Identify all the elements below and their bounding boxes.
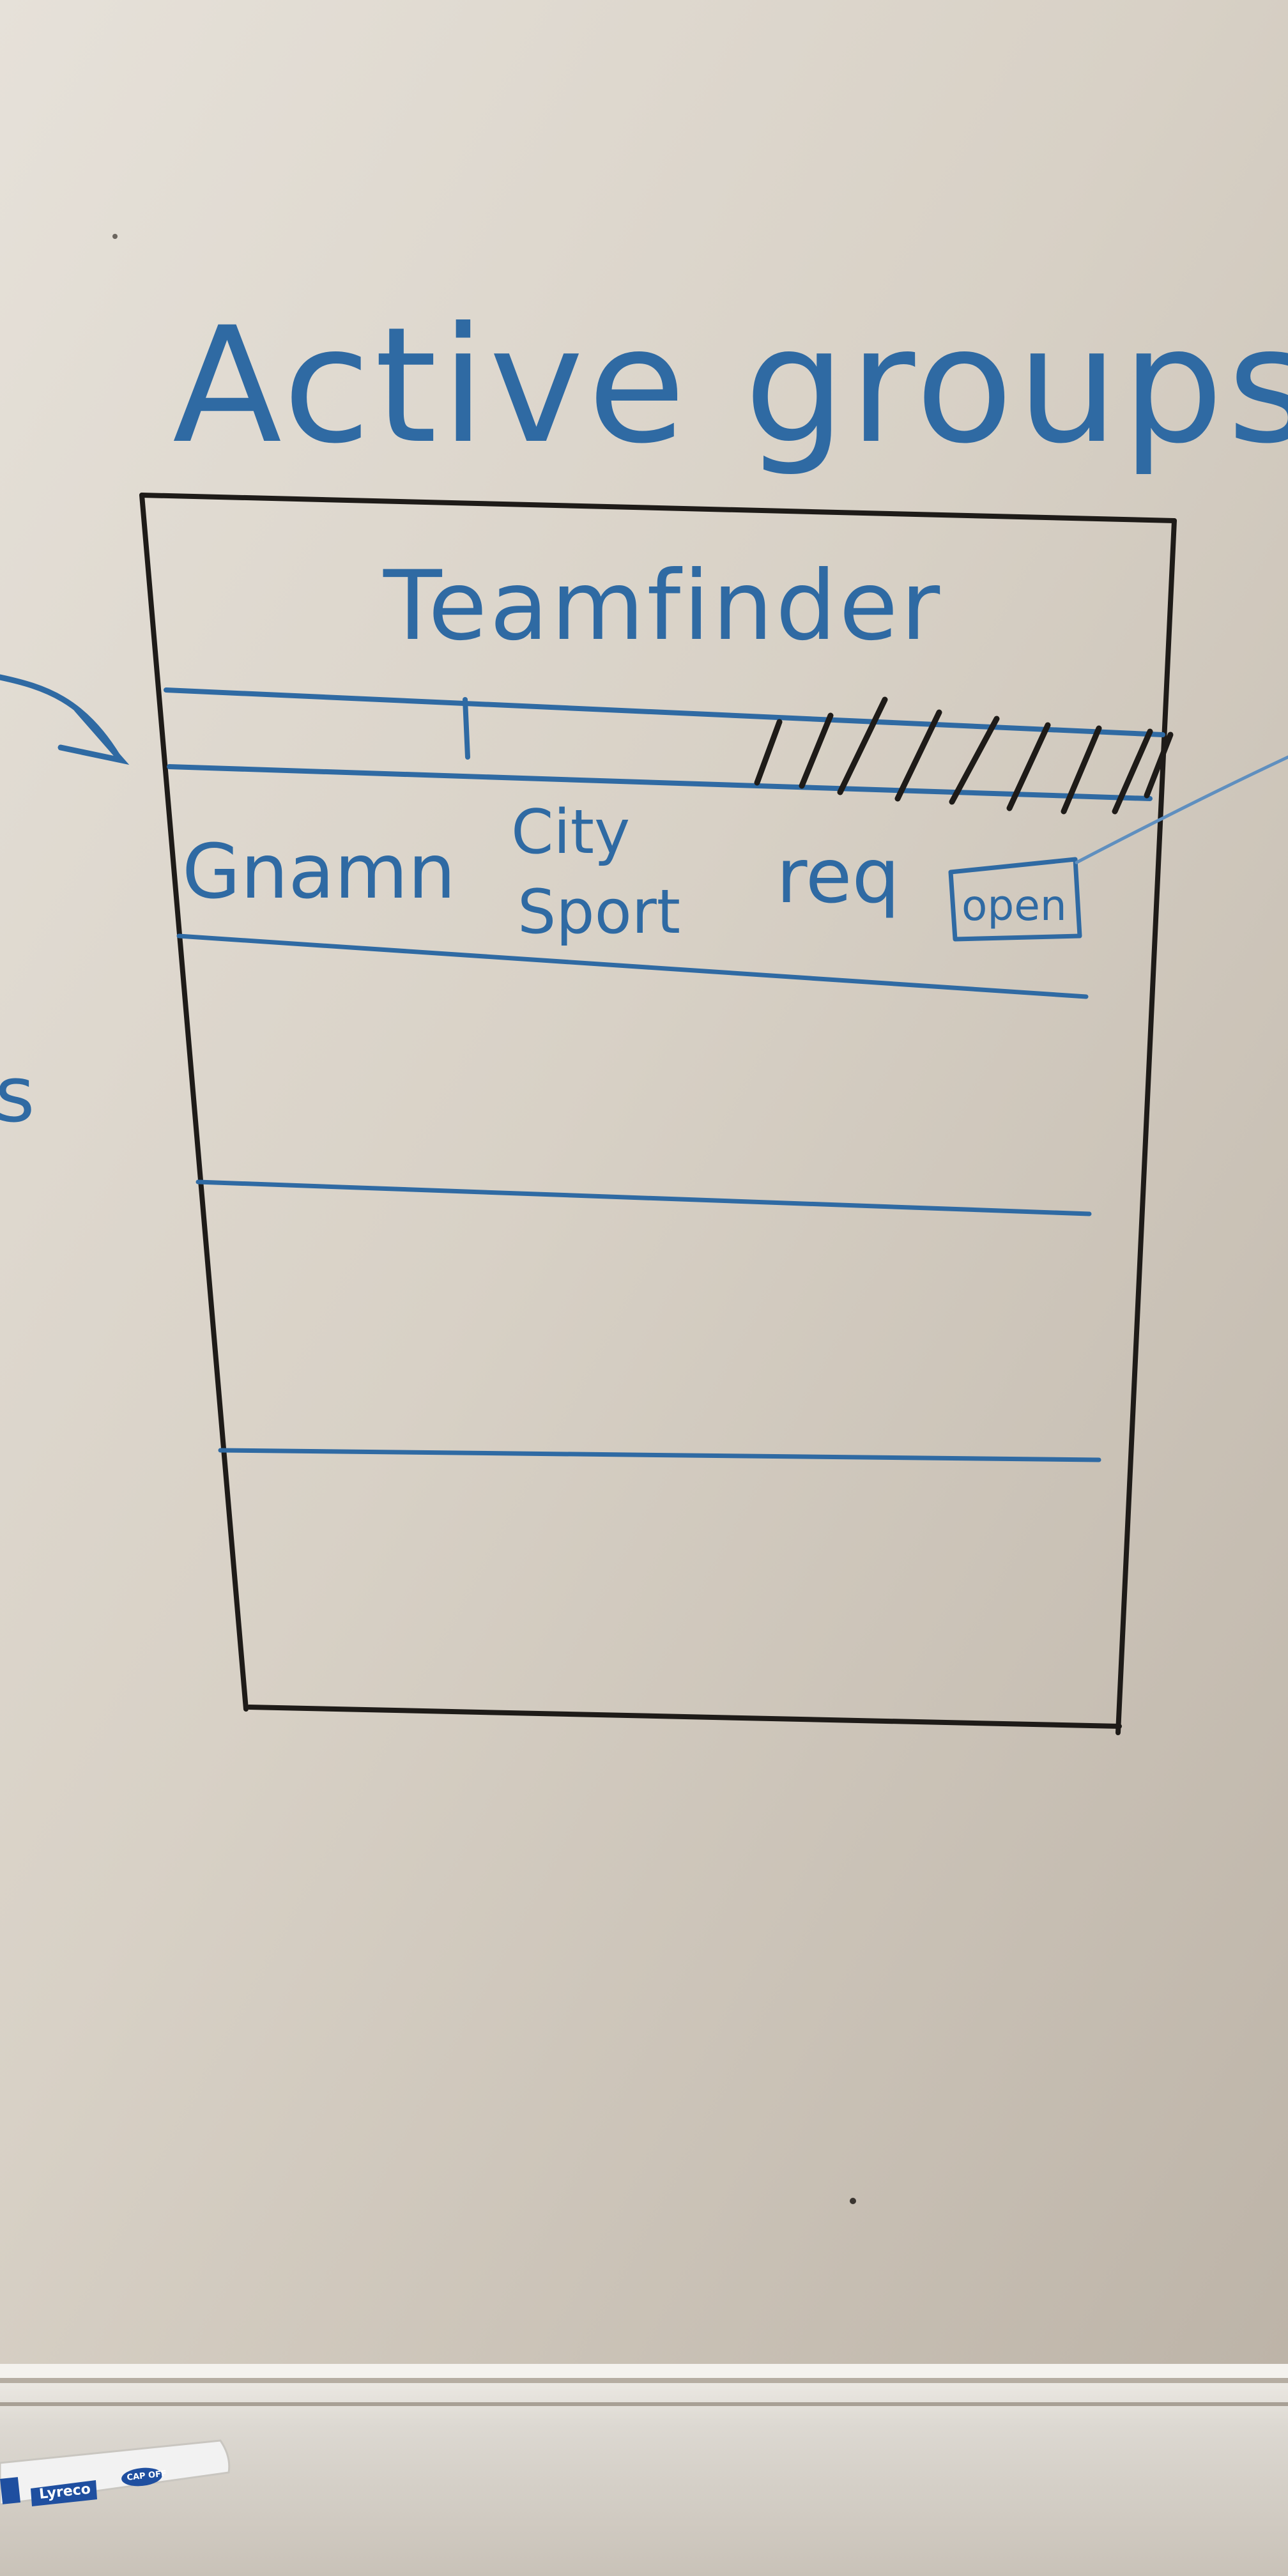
open-button-label: open bbox=[962, 881, 1067, 930]
text-cursor-icon bbox=[463, 697, 470, 760]
wireframe-app-title: Teamfinder bbox=[383, 551, 942, 662]
group-requirement-label: req bbox=[776, 832, 900, 920]
cropped-letter: s bbox=[0, 1051, 35, 1140]
group-name-label: Gnamn bbox=[182, 827, 456, 916]
group-sport-label: Sport bbox=[518, 877, 680, 947]
board-speck bbox=[850, 2198, 856, 2204]
whiteboard-photo: Active groups s Teamfinder Gnamn City Sp… bbox=[0, 0, 1288, 2576]
whiteboard-canvas: Active groups s Teamfinder Gnamn City Sp… bbox=[0, 0, 1288, 2576]
group-city-label: City bbox=[511, 797, 630, 868]
board-speck bbox=[112, 234, 118, 239]
board-heading: Active groups bbox=[172, 293, 1288, 479]
